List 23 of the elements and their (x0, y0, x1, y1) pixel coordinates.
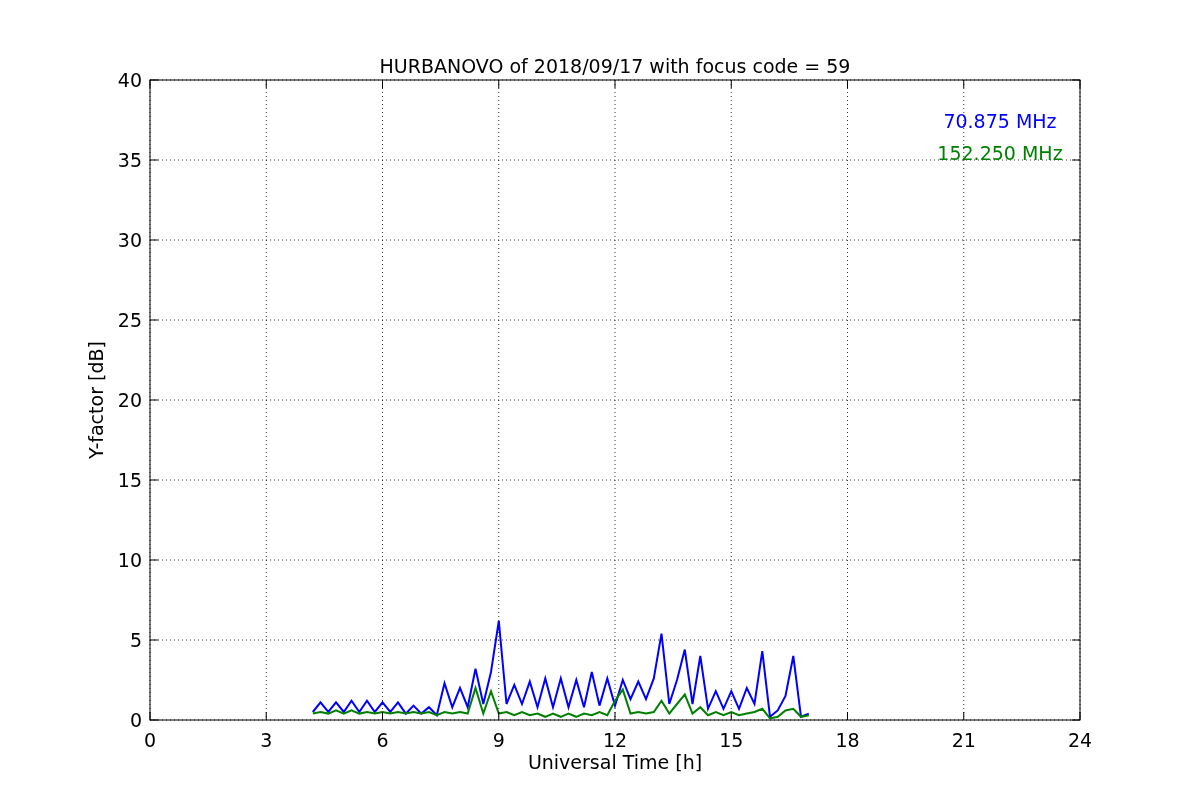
y-tick-label: 35 (117, 149, 142, 171)
y-axis-label: Y-factor [dB] (85, 341, 107, 459)
x-tick-label: 6 (376, 729, 389, 751)
legend-label: 70.875 MHz (943, 110, 1057, 132)
x-tick-label: 0 (143, 729, 157, 751)
x-tick-label: 15 (719, 729, 744, 751)
x-tick-label: 9 (492, 729, 505, 751)
y-tick-label: 20 (117, 389, 142, 411)
x-tick-label: 21 (951, 729, 976, 751)
y-tick-label: 10 (117, 549, 142, 571)
x-tick-label: 24 (1067, 729, 1093, 751)
x-axis-label: Universal Time [h] (527, 751, 703, 773)
y-tick-label: 0 (129, 709, 142, 731)
chart-title: HURBANOVO of 2018/09/17 with focus code = 59 (379, 55, 851, 77)
x-tick-label: 3 (260, 729, 273, 751)
y-tick-label: 30 (117, 229, 142, 251)
y-tick-label: 5 (129, 629, 142, 651)
x-tick-label: 18 (835, 729, 860, 751)
x-tick-label: 12 (602, 729, 628, 751)
y-tick-label: 40 (117, 69, 142, 91)
y-tick-label: 15 (117, 469, 142, 491)
legend-label: 152.250 MHz (937, 142, 1063, 164)
y-tick-label: 25 (117, 309, 142, 331)
